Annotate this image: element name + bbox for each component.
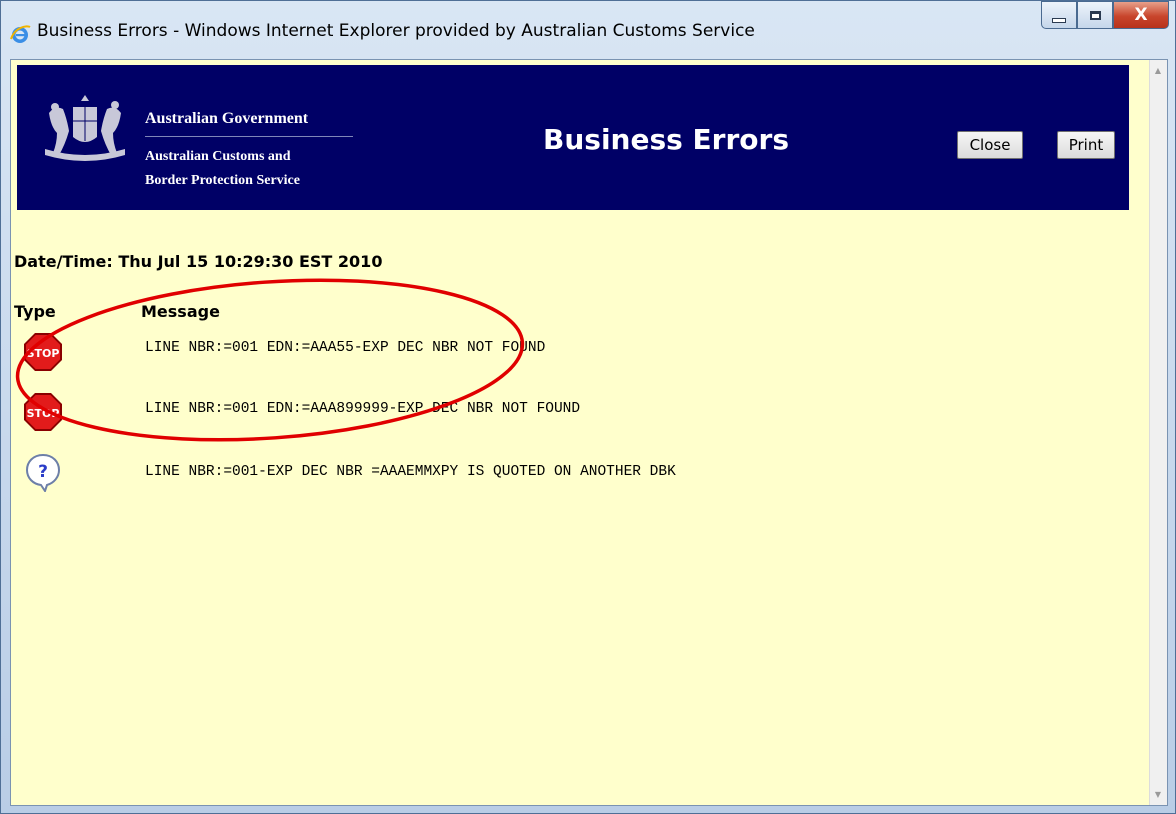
close-icon: X bbox=[1134, 5, 1148, 25]
title-bar[interactable]: Business Errors - Windows Internet Explo… bbox=[1, 1, 1175, 59]
window-title: Business Errors - Windows Internet Explo… bbox=[37, 21, 755, 41]
window-close-button[interactable]: X bbox=[1113, 1, 1169, 29]
page-content: Australian Government Australian Customs… bbox=[10, 59, 1168, 806]
question-icon: ? bbox=[25, 453, 61, 492]
window-controls: X bbox=[1041, 1, 1169, 29]
question-icon-label: ? bbox=[38, 462, 48, 482]
stop-icon-label: STOP bbox=[27, 407, 60, 420]
stop-icon: STOP bbox=[24, 393, 62, 431]
internet-explorer-icon bbox=[10, 25, 31, 43]
page-title: Business Errors bbox=[543, 123, 789, 156]
message-column-header: Message bbox=[141, 302, 220, 321]
stop-icon: STOP bbox=[24, 333, 62, 371]
divider bbox=[145, 136, 353, 137]
type-column-header: Type bbox=[14, 302, 56, 321]
error-message: LINE NBR:=001 EDN:=AAA899999-EXP DEC NBR… bbox=[145, 401, 581, 417]
datetime-label: Date/Time: Thu Jul 15 10:29:30 EST 2010 bbox=[14, 252, 383, 271]
print-button[interactable]: Print bbox=[1057, 131, 1115, 159]
error-message: LINE NBR:=001 EDN:=AAA55-EXP DEC NBR NOT… bbox=[145, 340, 546, 356]
info-message: LINE NBR:=001-EXP DEC NBR =AAAEMMXPY IS … bbox=[145, 464, 676, 480]
minimize-button[interactable] bbox=[1041, 1, 1077, 29]
close-button[interactable]: Close bbox=[957, 131, 1023, 159]
government-name: Australian Government bbox=[145, 110, 309, 127]
coat-of-arms-logo bbox=[45, 95, 125, 161]
agency-name-line2: Border Protection Service bbox=[145, 173, 300, 188]
agency-name-line1: Australian Customs and bbox=[145, 149, 291, 164]
minimize-icon bbox=[1052, 17, 1066, 23]
vertical-scrollbar[interactable]: ▲ ▼ bbox=[1149, 60, 1167, 805]
header-banner: Australian Government Australian Customs… bbox=[17, 65, 1129, 210]
maximize-button[interactable] bbox=[1077, 1, 1113, 29]
scroll-up-icon[interactable]: ▲ bbox=[1150, 62, 1166, 79]
scroll-down-icon[interactable]: ▼ bbox=[1150, 786, 1166, 803]
browser-window: Business Errors - Windows Internet Explo… bbox=[0, 0, 1176, 814]
maximize-icon bbox=[1089, 10, 1101, 20]
stop-icon-label: STOP bbox=[27, 347, 60, 360]
